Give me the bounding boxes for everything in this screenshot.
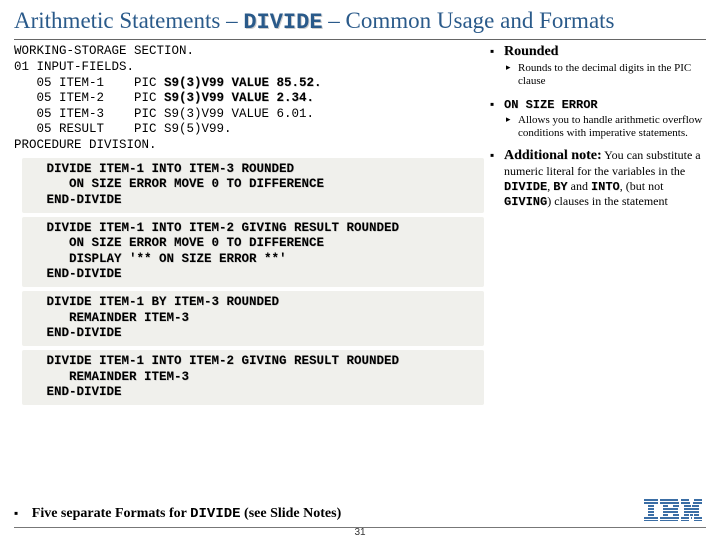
code-block-3: DIVIDE ITEM-1 BY ITEM-3 ROUNDED REMAINDE… bbox=[22, 291, 484, 346]
code-listing: WORKING-STORAGE SECTION. 01 INPUT-FIELDS… bbox=[14, 44, 484, 153]
code-line: 05 ITEM-3 PIC S9(3)V99 VALUE 6.01. bbox=[14, 107, 314, 121]
kw-into: INTO bbox=[591, 180, 620, 194]
code-block-4: DIVIDE ITEM-1 INTO ITEM-2 GIVING RESULT … bbox=[22, 350, 484, 405]
bullet-additional: Additional note: You can substitute a nu… bbox=[490, 148, 706, 209]
code-column: WORKING-STORAGE SECTION. 01 INPUT-FIELDS… bbox=[14, 44, 484, 409]
code-line: 05 ITEM-2 PIC bbox=[14, 91, 164, 105]
ibm-logo bbox=[644, 499, 702, 526]
t: , (but not bbox=[620, 179, 664, 193]
onsize-heading: ON SIZE ERROR bbox=[504, 98, 598, 112]
bullet-onsize: ON SIZE ERROR Allows you to handle arith… bbox=[490, 97, 706, 140]
footer-text: Five separate Formats for DIVIDE (see Sl… bbox=[14, 506, 341, 521]
kw-divide: DIVIDE bbox=[504, 180, 547, 194]
code-line: 01 INPUT-FIELDS. bbox=[14, 60, 134, 74]
code-line-b: S9(3)V99 VALUE 85.52. bbox=[164, 76, 322, 90]
rounded-sub: Rounds to the decimal digits in the PIC … bbox=[504, 62, 706, 88]
content-row: WORKING-STORAGE SECTION. 01 INPUT-FIELDS… bbox=[14, 44, 706, 409]
additional-heading: Additional note: bbox=[504, 148, 602, 163]
page-number: 31 bbox=[354, 527, 365, 538]
footer: Five separate Formats for DIVIDE (see Sl… bbox=[14, 504, 706, 522]
code-block-2: DIVIDE ITEM-1 INTO ITEM-2 GIVING RESULT … bbox=[22, 217, 484, 288]
onsize-sub: Allows you to handle arithmetic overflow… bbox=[504, 114, 706, 140]
footer-post: (see Slide Notes) bbox=[244, 506, 341, 521]
code-line: 05 RESULT PIC S9(5)V99. bbox=[14, 122, 232, 136]
title-keyword: DIVIDE bbox=[243, 10, 322, 35]
code-block-1: DIVIDE ITEM-1 INTO ITEM-3 ROUNDED ON SIZ… bbox=[22, 158, 484, 213]
title-post: – Common Usage and Formats bbox=[323, 8, 615, 33]
footer-kw: DIVIDE bbox=[190, 506, 240, 522]
slide-container: Arithmetic Statements – DIVIDE – Common … bbox=[0, 0, 720, 540]
code-line: WORKING-STORAGE SECTION. bbox=[14, 44, 194, 58]
kw-giving: GIVING bbox=[504, 195, 547, 209]
rounded-heading: Rounded bbox=[504, 44, 558, 59]
code-line-b: S9(3)V99 VALUE 2.34. bbox=[164, 91, 314, 105]
slide-title: Arithmetic Statements – DIVIDE – Common … bbox=[14, 8, 706, 35]
bullet-rounded: Rounded Rounds to the decimal digits in … bbox=[490, 44, 706, 88]
kw-by: BY bbox=[553, 180, 567, 194]
title-underline bbox=[14, 39, 706, 40]
t: ) clauses in the statement bbox=[547, 194, 668, 208]
code-line: PROCEDURE DIVISION. bbox=[14, 138, 157, 152]
title-pre: Arithmetic Statements – bbox=[14, 8, 243, 33]
footer-pre: Five separate Formats for bbox=[32, 506, 190, 521]
notes-column: Rounded Rounds to the decimal digits in … bbox=[484, 44, 706, 409]
t: and bbox=[568, 179, 591, 193]
code-line: 05 ITEM-1 PIC bbox=[14, 76, 164, 90]
